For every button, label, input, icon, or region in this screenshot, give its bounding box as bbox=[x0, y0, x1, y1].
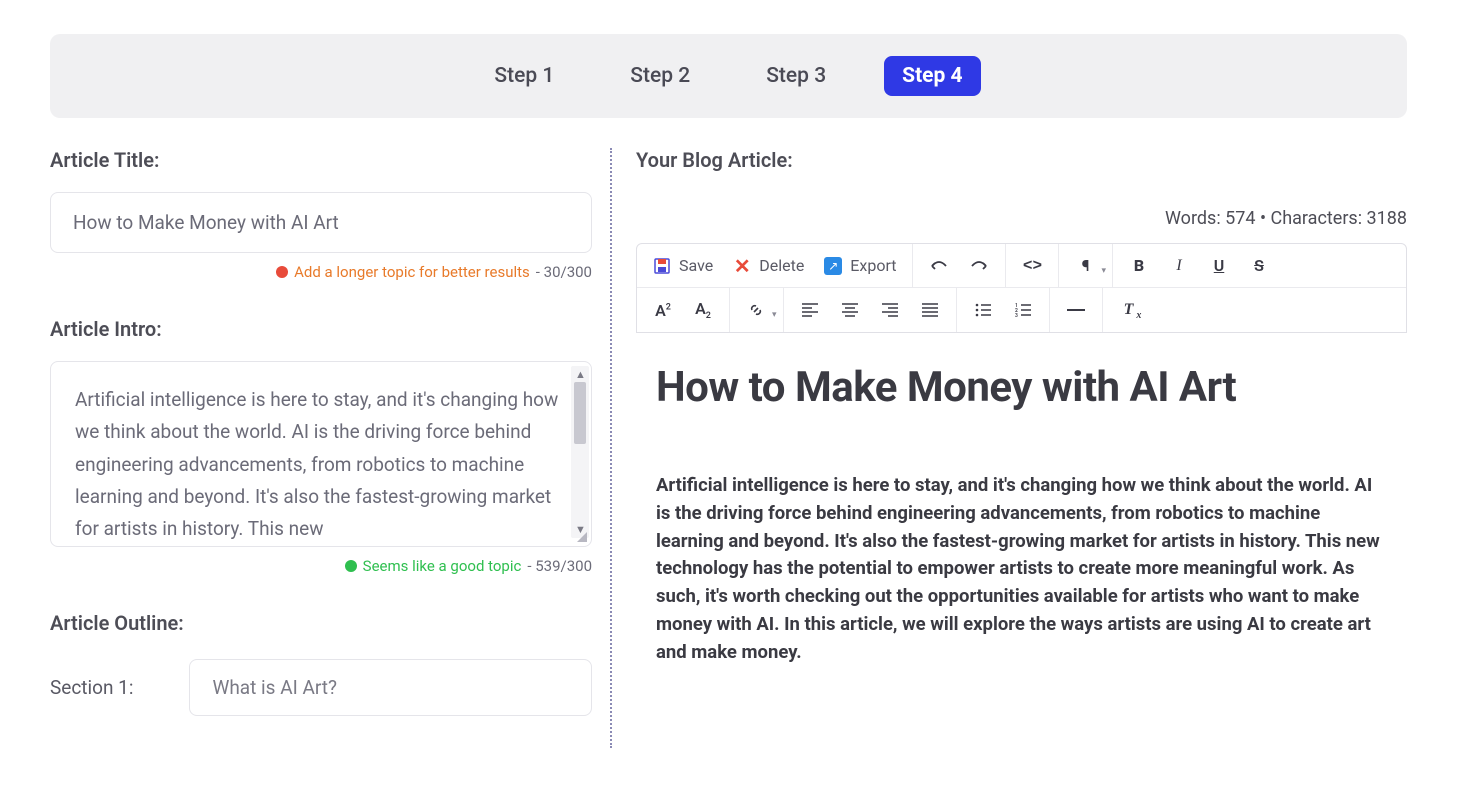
italic-icon: I bbox=[1176, 257, 1181, 275]
link-icon bbox=[748, 302, 764, 318]
redo-button[interactable] bbox=[959, 244, 999, 287]
undo-icon bbox=[930, 260, 948, 272]
align-left-icon bbox=[802, 303, 818, 317]
article-title-label: Article Title: bbox=[50, 148, 592, 172]
save-icon bbox=[653, 257, 671, 275]
bullet-list-icon bbox=[975, 303, 991, 317]
intro-scrollbar[interactable]: ▲ ▼ bbox=[571, 366, 589, 538]
export-button[interactable]: ↗ Export bbox=[814, 244, 906, 287]
article-heading[interactable]: How to Make Money with AI Art bbox=[656, 363, 1387, 412]
title-hint-row: Add a longer topic for better results - … bbox=[50, 263, 592, 281]
export-label: Export bbox=[850, 256, 896, 275]
strike-icon: S bbox=[1254, 256, 1264, 275]
align-left-button[interactable] bbox=[790, 288, 830, 332]
delete-label: Delete bbox=[759, 256, 804, 275]
align-center-button[interactable] bbox=[830, 288, 870, 332]
italic-button[interactable]: I bbox=[1159, 244, 1199, 287]
clear-format-button[interactable]: Tx bbox=[1109, 288, 1149, 332]
redo-icon bbox=[970, 260, 988, 272]
delete-icon: ✕ bbox=[733, 257, 751, 275]
hr-icon bbox=[1067, 308, 1085, 312]
bold-button[interactable]: B bbox=[1119, 244, 1159, 287]
article-editor-body[interactable]: How to Make Money with AI Art Artificial… bbox=[636, 333, 1407, 666]
section-1-row: Section 1: bbox=[50, 659, 592, 716]
section-1-label: Section 1: bbox=[50, 676, 133, 699]
intro-hint-text: Seems like a good topic bbox=[363, 557, 522, 575]
number-list-icon: 123 bbox=[1015, 303, 1031, 317]
step-1[interactable]: Step 1 bbox=[476, 56, 572, 96]
align-justify-button[interactable] bbox=[910, 288, 950, 332]
intro-char-count: - 539/300 bbox=[527, 557, 592, 575]
scroll-up-icon[interactable]: ▲ bbox=[575, 368, 586, 381]
article-outline-label: Article Outline: bbox=[50, 611, 592, 635]
align-right-icon bbox=[882, 303, 898, 317]
editor-toolbar: Save ✕ Delete ↗ Export bbox=[636, 243, 1407, 333]
main-content: Article Title: Add a longer topic for be… bbox=[50, 148, 1407, 748]
toolbar-row-2: A2 A2 ▾ bbox=[637, 288, 1406, 332]
superscript-icon: A2 bbox=[655, 301, 671, 320]
strike-button[interactable]: S bbox=[1239, 244, 1279, 287]
link-button[interactable] bbox=[736, 288, 776, 332]
underline-icon: U bbox=[1214, 256, 1225, 275]
code-button[interactable]: <> bbox=[1012, 244, 1052, 287]
right-panel: Your Blog Article: Words: 574 • Characte… bbox=[618, 148, 1407, 748]
paragraph-button[interactable]: ¶ bbox=[1065, 244, 1105, 287]
subscript-icon: A2 bbox=[695, 299, 711, 321]
save-button[interactable]: Save bbox=[643, 244, 723, 287]
steps-bar: Step 1 Step 2 Step 3 Step 4 bbox=[50, 34, 1407, 118]
article-intro-label: Article Intro: bbox=[50, 317, 592, 341]
resize-handle-icon[interactable] bbox=[575, 530, 589, 544]
superscript-button[interactable]: A2 bbox=[643, 288, 683, 332]
word-char-stats: Words: 574 • Characters: 3188 bbox=[636, 208, 1407, 229]
step-4[interactable]: Step 4 bbox=[884, 56, 980, 96]
export-icon: ↗ bbox=[824, 257, 842, 275]
title-hint-text: Add a longer topic for better results bbox=[294, 263, 530, 281]
code-icon: <> bbox=[1023, 257, 1042, 275]
title-char-count: - 30/300 bbox=[536, 263, 592, 281]
horizontal-rule-button[interactable] bbox=[1056, 288, 1096, 332]
toolbar-row-1: Save ✕ Delete ↗ Export bbox=[637, 244, 1406, 288]
align-center-icon bbox=[842, 303, 858, 317]
subscript-button[interactable]: A2 bbox=[683, 288, 723, 332]
align-right-button[interactable] bbox=[870, 288, 910, 332]
step-3[interactable]: Step 3 bbox=[748, 56, 844, 96]
chevron-down-icon: ▾ bbox=[772, 310, 777, 320]
left-panel: Article Title: Add a longer topic for be… bbox=[50, 148, 610, 748]
article-title-input[interactable] bbox=[50, 192, 592, 253]
align-justify-icon bbox=[922, 303, 938, 317]
article-intro-paragraph[interactable]: Artificial intelligence is here to stay,… bbox=[656, 472, 1387, 666]
ok-dot-icon bbox=[345, 560, 357, 572]
number-list-button[interactable]: 123 bbox=[1003, 288, 1043, 332]
bold-icon: B bbox=[1134, 256, 1144, 275]
article-intro-input[interactable] bbox=[51, 362, 591, 542]
vertical-divider bbox=[610, 148, 612, 748]
svg-text:3: 3 bbox=[1015, 313, 1018, 317]
scroll-thumb[interactable] bbox=[574, 382, 586, 444]
chevron-down-icon: ▾ bbox=[1101, 266, 1106, 276]
bullet-list-button[interactable] bbox=[963, 288, 1003, 332]
warning-dot-icon bbox=[276, 266, 288, 278]
undo-button[interactable] bbox=[919, 244, 959, 287]
underline-button[interactable]: U bbox=[1199, 244, 1239, 287]
clear-format-icon: Tx bbox=[1124, 301, 1134, 319]
save-label: Save bbox=[679, 256, 713, 275]
step-2[interactable]: Step 2 bbox=[612, 56, 708, 96]
delete-button[interactable]: ✕ Delete bbox=[723, 244, 814, 287]
section-1-input[interactable] bbox=[189, 659, 592, 716]
blog-article-label: Your Blog Article: bbox=[636, 148, 1407, 172]
intro-hint-row: Seems like a good topic - 539/300 bbox=[50, 557, 592, 575]
pilcrow-icon: ¶ bbox=[1082, 256, 1090, 275]
intro-textarea-wrap: ▲ ▼ bbox=[50, 361, 592, 547]
